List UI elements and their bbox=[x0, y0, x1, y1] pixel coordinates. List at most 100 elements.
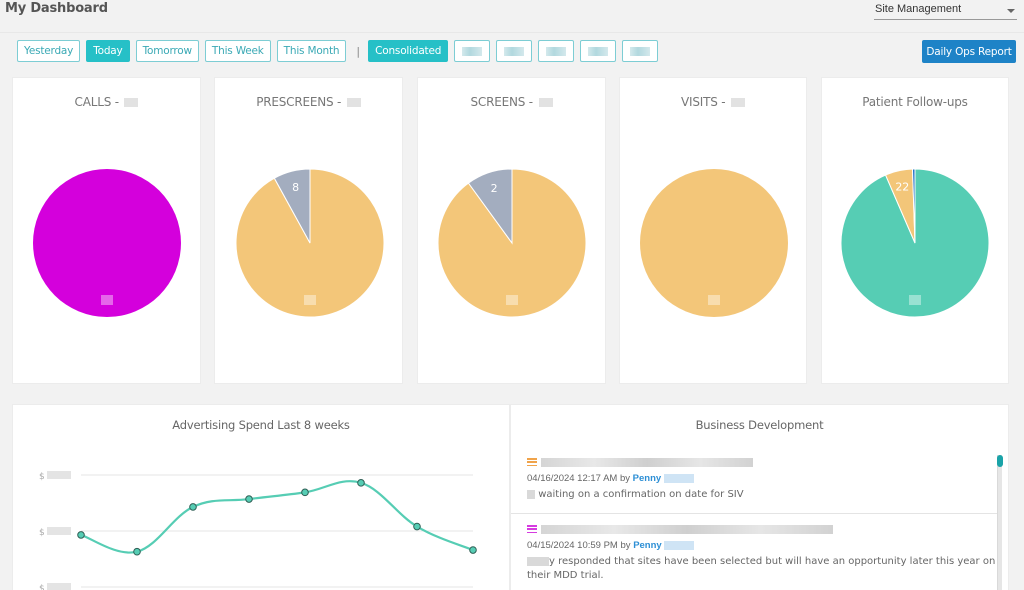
header-divider bbox=[0, 32, 1024, 33]
bd-item-note-text: waiting on a confirmation on date for SI… bbox=[538, 489, 744, 500]
site-button-1[interactable] bbox=[454, 40, 491, 62]
bd-item-note-text: y responded that sites have been selecte… bbox=[527, 556, 996, 581]
data-point[interactable] bbox=[245, 495, 253, 503]
advertising-spend-line-chart: $ $ $ bbox=[39, 471, 477, 590]
bd-item-note: waiting on a confirmation on date for SI… bbox=[527, 488, 997, 502]
header: My Dashboard Site Management bbox=[0, 0, 1024, 32]
advertising-spend-card: Advertising Spend Last 8 weeks $ $ $ bbox=[12, 404, 510, 590]
data-point[interactable] bbox=[413, 522, 421, 531]
redacted-slice-label bbox=[101, 295, 113, 305]
redacted-count bbox=[346, 98, 361, 107]
site-button-3[interactable] bbox=[538, 40, 575, 62]
card-title: VISITS - bbox=[620, 95, 806, 109]
chevron-down-icon bbox=[1007, 9, 1015, 13]
menu-lines-icon bbox=[527, 525, 537, 533]
redacted-label bbox=[546, 46, 567, 56]
site-button-2[interactable] bbox=[496, 40, 533, 62]
redacted-count bbox=[124, 98, 139, 107]
bd-scrollbar[interactable] bbox=[997, 455, 1003, 590]
redacted-label bbox=[588, 46, 609, 56]
bd-item-author[interactable]: Penny bbox=[633, 540, 662, 551]
data-point[interactable] bbox=[357, 479, 365, 487]
prescreens-title: PRESCREENS - bbox=[256, 95, 345, 109]
redacted-tick-value bbox=[47, 527, 71, 535]
patient-followups-card: Patient Follow-ups 22 bbox=[821, 77, 1009, 384]
visits-title: VISITS - bbox=[680, 95, 729, 109]
this-week-button[interactable]: This Week bbox=[204, 40, 271, 62]
redacted-word bbox=[527, 489, 535, 499]
bd-item-timestamp: 04/16/2024 12:17 AM bbox=[527, 473, 618, 484]
redacted-title bbox=[541, 457, 753, 467]
bd-item-note: y responded that sites have been selecte… bbox=[527, 555, 997, 583]
bd-list-item[interactable]: 04/16/2024 12:17 AM by Penny waiting on … bbox=[527, 456, 997, 502]
date-range-toolbar: Yesterday Today Tomorrow This Week This … bbox=[17, 40, 664, 62]
pie-slice[interactable] bbox=[33, 169, 181, 317]
redacted-author-lastname bbox=[663, 473, 694, 483]
site-button-4[interactable] bbox=[580, 40, 617, 62]
spend-line bbox=[80, 480, 474, 554]
screens-title: SCREENS - bbox=[470, 95, 537, 109]
redacted-tick-value bbox=[47, 471, 71, 479]
pie-slice[interactable] bbox=[640, 169, 788, 317]
pie-slice-label: 22 bbox=[895, 181, 909, 194]
redacted-slice-label bbox=[506, 295, 518, 305]
page-title: My Dashboard bbox=[5, 1, 108, 16]
redacted-slice-label bbox=[708, 295, 720, 305]
redacted-author-lastname bbox=[664, 540, 695, 550]
data-point[interactable] bbox=[469, 546, 477, 554]
data-point[interactable] bbox=[77, 531, 85, 539]
menu-lines-icon bbox=[527, 458, 537, 466]
visits-pie-chart bbox=[640, 169, 788, 317]
y-tick-label: $ bbox=[39, 472, 45, 482]
redacted-slice-label bbox=[909, 295, 921, 305]
prescreens-card: PRESCREENS - 8 bbox=[214, 77, 403, 384]
daily-ops-report-button[interactable]: Daily Ops Report bbox=[922, 40, 1016, 63]
calls-title: CALLS - bbox=[74, 95, 123, 109]
screens-card: SCREENS - 2 bbox=[417, 77, 606, 384]
visits-card: VISITS - bbox=[619, 77, 807, 384]
bd-item-timestamp: 04/15/2024 10:59 PM bbox=[527, 540, 618, 551]
y-tick-label: $ bbox=[39, 528, 45, 538]
consolidated-button[interactable]: Consolidated bbox=[368, 40, 449, 62]
redacted-label bbox=[504, 46, 525, 56]
redacted-label bbox=[630, 46, 651, 56]
bd-list-item[interactable]: 04/15/2024 10:59 PM by Penny y responded… bbox=[527, 523, 997, 583]
bd-scroll-thumb[interactable] bbox=[997, 455, 1003, 467]
card-title: SCREENS - bbox=[418, 95, 605, 109]
redacted-slice-label bbox=[304, 295, 316, 305]
site-select-dropdown[interactable]: Site Management bbox=[874, 2, 1017, 20]
tomorrow-button[interactable]: Tomorrow bbox=[135, 40, 199, 62]
redacted-word bbox=[527, 556, 549, 566]
calls-card: CALLS - bbox=[12, 77, 201, 384]
bd-divider bbox=[511, 513, 1001, 514]
data-point[interactable] bbox=[189, 503, 197, 511]
calls-pie-chart bbox=[33, 169, 181, 317]
site-select-value: Site Management bbox=[875, 3, 962, 15]
card-title: PRESCREENS - bbox=[215, 95, 402, 109]
pie-slice-label: 8 bbox=[292, 181, 299, 194]
screens-pie-chart: 2 bbox=[437, 168, 587, 318]
bd-item-meta: 04/15/2024 10:59 PM by Penny bbox=[527, 540, 997, 551]
today-button[interactable]: Today bbox=[86, 40, 130, 62]
bd-item-meta: 04/16/2024 12:17 AM by Penny bbox=[527, 473, 997, 484]
redacted-tick-value bbox=[47, 583, 71, 590]
site-button-5[interactable] bbox=[622, 40, 659, 62]
redacted-count bbox=[731, 98, 745, 107]
bd-item-by: by bbox=[619, 473, 631, 484]
bd-item-author[interactable]: Penny bbox=[633, 473, 662, 484]
card-title: Patient Follow-ups bbox=[822, 95, 1008, 109]
card-title: CALLS - bbox=[13, 95, 200, 109]
patient-followups-title: Patient Follow-ups bbox=[862, 95, 968, 109]
pie-slice-label: 2 bbox=[491, 182, 498, 195]
business-development-title: Business Development bbox=[695, 418, 824, 432]
redacted-label bbox=[462, 46, 483, 56]
data-point[interactable] bbox=[133, 547, 141, 556]
data-point[interactable] bbox=[301, 488, 309, 497]
yesterday-button[interactable]: Yesterday bbox=[17, 40, 81, 62]
redacted-count bbox=[538, 98, 553, 107]
toolbar-separator: | bbox=[356, 44, 361, 58]
prescreens-pie-chart: 8 bbox=[235, 168, 385, 318]
bd-item-by: by bbox=[620, 540, 631, 551]
this-month-button[interactable]: This Month bbox=[276, 40, 347, 62]
dashboard-page: My Dashboard Site Management Yesterday T… bbox=[0, 0, 1024, 590]
